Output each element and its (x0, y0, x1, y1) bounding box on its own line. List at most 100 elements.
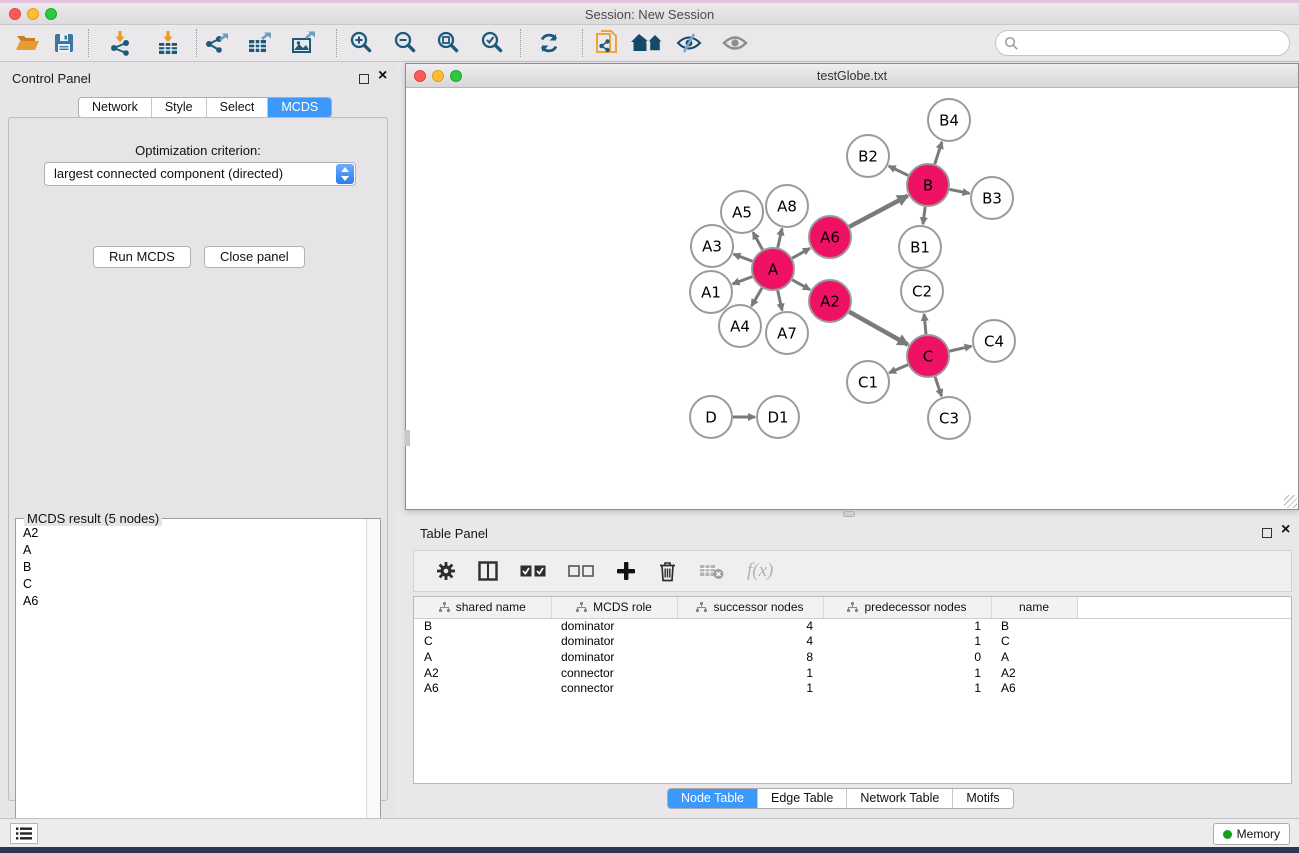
tab-motifs[interactable]: Motifs (953, 789, 1012, 808)
float-panel-icon[interactable] (359, 71, 369, 89)
tab-edge-table[interactable]: Edge Table (758, 789, 847, 808)
delete-column-trash-icon[interactable] (658, 561, 677, 582)
graph-edge-B-B2[interactable] (889, 166, 908, 175)
table-cell[interactable]: connector (551, 665, 677, 681)
tab-network[interactable]: Network (79, 98, 152, 117)
table-cell[interactable]: 8 (677, 649, 823, 665)
close-table-panel-icon[interactable]: × (1281, 525, 1290, 535)
tab-mcds[interactable]: MCDS (268, 98, 331, 117)
select-all-icon[interactable] (520, 565, 546, 578)
panel-splitter-grip[interactable] (843, 511, 855, 517)
zoom-in-icon[interactable] (344, 28, 378, 58)
memory-button[interactable]: Memory (1213, 823, 1290, 845)
split-pane-icon[interactable] (478, 561, 498, 581)
table-row[interactable]: A2connector11A2 (414, 665, 1291, 681)
new-network-from-selection-icon[interactable] (590, 28, 624, 58)
tab-network-table[interactable]: Network Table (847, 789, 953, 808)
cyndex-houses-icon[interactable] (630, 28, 664, 58)
table-cell[interactable]: 1 (677, 680, 823, 696)
zoom-out-icon[interactable] (388, 28, 422, 58)
column-header-name[interactable]: name (991, 597, 1077, 618)
export-table-icon[interactable] (243, 28, 277, 58)
graph-edge-C-C1[interactable] (889, 365, 908, 373)
mcds-result-item[interactable]: A6 (17, 593, 365, 610)
show-all-eye-icon[interactable] (718, 28, 752, 58)
graph-edge-A-A3[interactable] (734, 254, 753, 261)
open-folder-icon[interactable] (11, 28, 45, 58)
graph-edge-A-A1[interactable] (733, 277, 753, 284)
graph-edge-C-C3[interactable] (935, 377, 942, 396)
table-cell[interactable]: connector (551, 680, 677, 696)
column-header-successor-nodes[interactable]: successor nodes (677, 597, 823, 618)
gear-icon[interactable] (436, 561, 456, 581)
graph-edge-A-A6[interactable] (792, 248, 810, 258)
graph-edge-B-B3[interactable] (950, 189, 970, 193)
column-header-MCDS-role[interactable]: MCDS role (551, 597, 677, 618)
mcds-result-list[interactable]: A2ABCA6 (17, 525, 365, 853)
table-cell[interactable]: A6 (991, 680, 1077, 696)
hide-selected-eye-slash-icon[interactable] (672, 28, 706, 58)
table-row[interactable]: Cdominator41C (414, 634, 1291, 650)
tab-select[interactable]: Select (207, 98, 269, 117)
table-cell[interactable]: A2 (414, 665, 551, 681)
table-cell[interactable]: C (991, 634, 1077, 650)
deselect-all-icon[interactable] (568, 565, 594, 578)
mcds-result-item[interactable]: B (17, 559, 365, 576)
delete-table-icon[interactable] (699, 562, 725, 580)
import-table-icon[interactable] (151, 28, 185, 58)
graph-edge-C-C4[interactable] (949, 346, 971, 351)
task-history-list-button[interactable] (10, 823, 38, 844)
network-graph[interactable]: AA1A2A3A4A5A6A7A8BB1B2B3B4CC1C2C3C4DD1 (406, 88, 1298, 509)
tab-style[interactable]: Style (152, 98, 207, 117)
table-cell[interactable]: 1 (823, 634, 991, 650)
network-window-titlebar[interactable]: testGlobe.txt (406, 64, 1298, 88)
table-cell[interactable]: dominator (551, 634, 677, 650)
close-panel-button[interactable]: Close panel (204, 246, 305, 268)
function-builder-icon[interactable]: f(x) (747, 560, 773, 582)
graph-edge-A2-C[interactable] (849, 312, 908, 345)
zoom-fit-icon[interactable] (431, 28, 465, 58)
tab-node-table[interactable]: Node Table (668, 789, 758, 808)
graph-edge-B-B4[interactable] (935, 142, 942, 164)
table-cell[interactable]: A (414, 649, 551, 665)
table-row[interactable]: Bdominator41B (414, 618, 1291, 634)
float-table-panel-icon[interactable] (1262, 525, 1272, 543)
mcds-result-item[interactable]: A (17, 542, 365, 559)
close-panel-icon[interactable]: × (378, 71, 387, 81)
graph-edge-B-B1[interactable] (923, 207, 925, 224)
node-table[interactable]: shared nameMCDS rolesuccessor nodesprede… (413, 596, 1292, 784)
table-cell[interactable]: C (414, 634, 551, 650)
table-header-row[interactable]: shared nameMCDS rolesuccessor nodesprede… (414, 597, 1291, 618)
mcds-result-item[interactable]: A2 (17, 525, 365, 542)
graph-edge-A-A5[interactable] (753, 232, 763, 249)
graph-edge-A-A7[interactable] (778, 290, 782, 310)
window-resize-grip[interactable] (1284, 495, 1297, 508)
table-cell[interactable]: 1 (677, 665, 823, 681)
table-cell[interactable]: 4 (677, 618, 823, 634)
table-cell[interactable]: A2 (991, 665, 1077, 681)
table-cell[interactable]: 1 (823, 618, 991, 634)
search-box[interactable] (995, 30, 1290, 56)
mcds-result-item[interactable]: C (17, 576, 365, 593)
table-row[interactable]: Adominator80A (414, 649, 1291, 665)
graph-edge-A-A2[interactable] (792, 280, 810, 290)
optimization-criterion-select[interactable]: largest connected component (directed) (44, 162, 356, 186)
table-body[interactable]: Bdominator41BCdominator41CAdominator80AA… (414, 618, 1291, 696)
table-cell[interactable]: A6 (414, 680, 551, 696)
apply-layout-refresh-icon[interactable] (532, 28, 566, 58)
add-column-icon[interactable] (616, 561, 636, 581)
graph-edge-A-A8[interactable] (778, 228, 782, 247)
save-icon[interactable] (47, 28, 81, 58)
export-network-icon[interactable] (200, 28, 234, 58)
graph-edge-A6-B[interactable] (849, 196, 907, 227)
export-image-icon[interactable] (287, 28, 321, 58)
table-cell[interactable]: dominator (551, 618, 677, 634)
graph-edge-C-C2[interactable] (924, 314, 926, 334)
run-mcds-button[interactable]: Run MCDS (93, 246, 191, 268)
table-cell[interactable]: 1 (823, 665, 991, 681)
table-cell[interactable]: 1 (823, 680, 991, 696)
table-cell[interactable]: A (991, 649, 1077, 665)
table-cell[interactable]: 4 (677, 634, 823, 650)
mcds-result-scrollbar[interactable] (366, 519, 380, 853)
column-header-predecessor-nodes[interactable]: predecessor nodes (823, 597, 991, 618)
